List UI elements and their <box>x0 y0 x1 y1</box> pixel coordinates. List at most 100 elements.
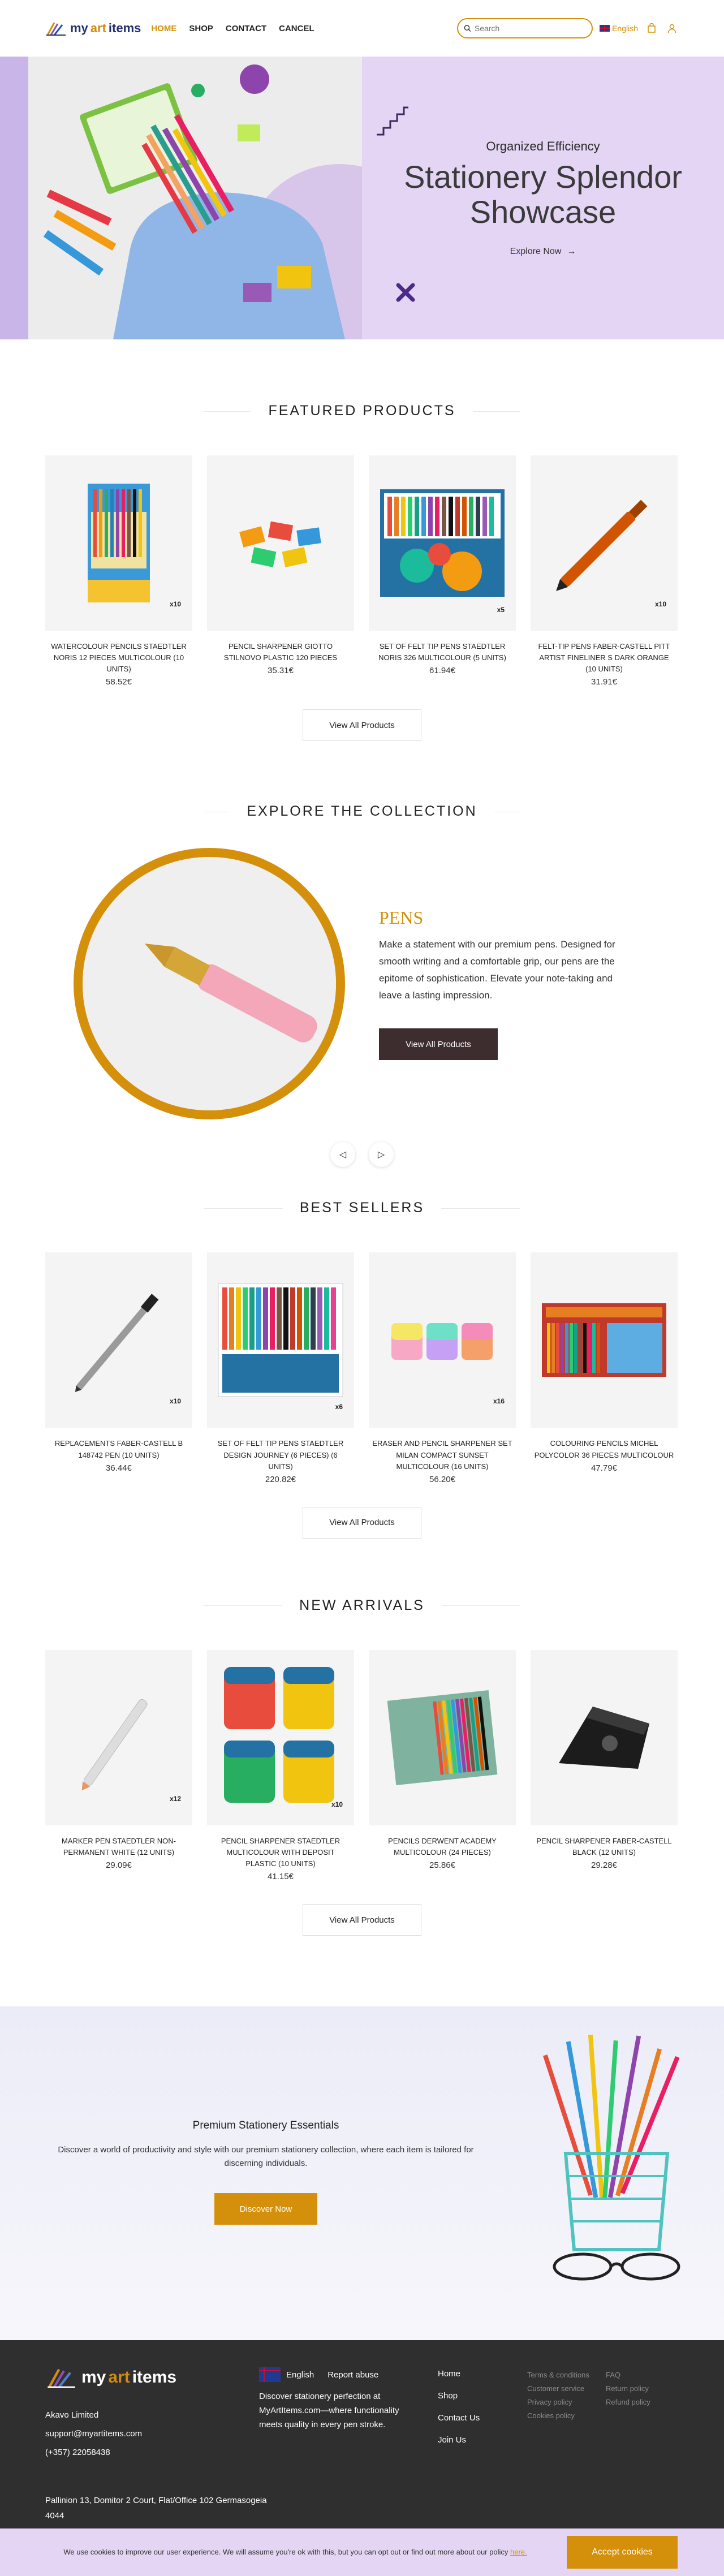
product-name[interactable]: SET OF FELT TIP PENS STAEDTLER NORIS 326… <box>369 641 516 664</box>
carousel-controls: ◁ ▷ <box>0 1142 724 1168</box>
hero-title-line1: Stationery Splendor <box>404 159 682 195</box>
footer-link-terms[interactable]: Terms & conditions <box>527 2368 589 2382</box>
footer-language[interactable]: English <box>286 2370 314 2380</box>
product-name[interactable]: SET OF FELT TIP PENS STAEDTLER DESIGN JO… <box>207 1438 354 1472</box>
bestseller-products: x10 REPLACEMENTS FABER-CASTELL B 148742 … <box>0 1252 724 1484</box>
language-selector[interactable]: English <box>600 24 638 33</box>
product-name[interactable]: COLOURING PENCILS MICHEL POLYCOLOR 36 PI… <box>531 1438 678 1461</box>
quantity-badge: x10 <box>331 1800 343 1808</box>
discover-now-button[interactable]: Discover Now <box>214 2193 317 2225</box>
pencil-cup-image <box>543 2035 680 2281</box>
view-all-pens-button[interactable]: View All Products <box>379 1028 498 1061</box>
product-card[interactable]: COLOURING PENCILS MICHEL POLYCOLOR 36 PI… <box>531 1252 678 1484</box>
product-card[interactable]: x10 REPLACEMENTS FABER-CASTELL B 148742 … <box>45 1252 192 1484</box>
nav-home[interactable]: HOME <box>151 24 176 33</box>
search-box[interactable] <box>457 18 593 38</box>
footer-lang-row: English Report abuse <box>259 2367 406 2382</box>
product-card[interactable]: x10 FELT-TIP PENS FABER-CASTELL PITT ART… <box>531 455 678 687</box>
arrivals-section: NEW ARRIVALS x12 MARKER PEN STAEDTLER NO… <box>0 1597 724 1936</box>
product-name[interactable]: REPLACEMENTS FABER-CASTELL B 148742 PEN … <box>45 1438 192 1461</box>
bestsellers-section: BEST SELLERS x10 REPLACEMENTS FABER-CAST… <box>0 1200 724 1539</box>
product-card[interactable]: PENCILS DERWENT ACADEMY MULTICOLOUR (24 … <box>369 1649 516 1881</box>
footer-link-contact[interactable]: Contact Us <box>438 2407 480 2429</box>
footer-link-return[interactable]: Return policy <box>606 2382 650 2396</box>
product-image: x10 <box>207 1649 354 1825</box>
hero-title-line2: Showcase <box>469 194 617 230</box>
logo-brushes-icon <box>46 22 66 36</box>
product-price: 56.20€ <box>429 1474 455 1484</box>
prev-slide-button[interactable]: ◁ <box>330 1142 355 1168</box>
footer-link-faq[interactable]: FAQ <box>606 2368 650 2382</box>
cookie-banner: We use cookies to improve our user exper… <box>0 2528 724 2576</box>
product-name[interactable]: WATERCOLOUR PENCILS STAEDTLER NORIS 12 P… <box>45 641 192 675</box>
product-card[interactable]: x10 PENCIL SHARPENER STAEDTLER MULTICOLO… <box>207 1649 354 1881</box>
collection-title: EXPLORE THE COLLECTION <box>0 803 724 820</box>
bestsellers-title: BEST SELLERS <box>0 1200 724 1216</box>
product-card[interactable]: x5 SET OF FELT TIP PENS STAEDTLER NORIS … <box>369 455 516 687</box>
logo-items: items <box>132 2368 177 2387</box>
product-card[interactable]: x12 MARKER PEN STAEDTLER NON-PERMANENT W… <box>45 1649 192 1881</box>
nav-shop[interactable]: SHOP <box>189 24 213 33</box>
product-name[interactable]: MARKER PEN STAEDTLER NON-PERMANENT WHITE… <box>45 1836 192 1858</box>
footer-link-cookies[interactable]: Cookies policy <box>527 2409 589 2423</box>
product-price: 29.09€ <box>106 1860 132 1871</box>
footer-link-home[interactable]: Home <box>438 2363 480 2385</box>
view-all-bestsellers-button[interactable]: View All Products <box>303 1506 421 1539</box>
product-price: 35.31€ <box>268 666 294 676</box>
accept-cookies-button[interactable]: Accept cookies <box>567 2536 678 2569</box>
deposit-sharpeners <box>224 1666 334 1803</box>
product-name[interactable]: PENCIL SHARPENER GIOTTO STILNOVO PLASTIC… <box>207 641 354 664</box>
view-all-arrivals-button[interactable]: View All Products <box>303 1904 421 1936</box>
search-input[interactable] <box>474 24 587 33</box>
arrival-products: x12 MARKER PEN STAEDTLER NON-PERMANENT W… <box>0 1649 724 1881</box>
promo-title: Premium Stationery Essentials <box>192 2120 339 2131</box>
product-name[interactable]: FELT-TIP PENS FABER-CASTELL PITT ARTIST … <box>531 641 678 675</box>
site-logo[interactable]: my art items <box>45 20 141 36</box>
support-email[interactable]: support@myartitems.com <box>45 2424 176 2443</box>
cookie-policy-link[interactable]: here. <box>510 2548 527 2556</box>
collection-feature: PENS Make a statement with our premium p… <box>0 848 724 1120</box>
footer-about: English Report abuse Discover stationery… <box>259 2367 406 2432</box>
footer-address: Pallinion 13, Domitor 2 Court, Flat/Offi… <box>45 2493 267 2523</box>
collection-heading: PENS <box>379 907 424 928</box>
next-slide-button[interactable]: ▷ <box>369 1142 394 1168</box>
product-name[interactable]: PENCIL SHARPENER STAEDTLER MULTICOLOUR W… <box>207 1836 354 1869</box>
cross-decor-icon <box>396 283 415 302</box>
shopping-bag-icon <box>648 23 656 33</box>
nav-contact[interactable]: CONTACT <box>226 24 266 33</box>
footer-link-refund[interactable]: Refund policy <box>606 2396 650 2409</box>
account-button[interactable] <box>665 21 679 35</box>
footer-contact: Akavo Limited support@myartitems.com (+3… <box>45 2406 176 2462</box>
quantity-badge: x12 <box>169 1794 181 1803</box>
header-left: my art items HOME SHOP CONTACT CANCEL <box>45 20 314 36</box>
product-card[interactable]: x10 WATERCOLOUR PENCILS STAEDTLER NORIS … <box>45 455 192 687</box>
product-image: x12 <box>45 1649 192 1825</box>
quantity-badge: x5 <box>497 606 505 614</box>
footer-link-shop[interactable]: Shop <box>438 2385 480 2407</box>
product-name[interactable]: PENCIL SHARPENER FABER-CASTELL BLACK (12… <box>531 1836 678 1858</box>
nav-cancel[interactable]: CANCEL <box>279 24 314 33</box>
footer-link-customer-service[interactable]: Customer service <box>527 2382 589 2396</box>
cart-button[interactable] <box>645 21 658 35</box>
pink-pen-illustration <box>83 857 336 1111</box>
uk-flag-icon <box>600 25 610 32</box>
product-card[interactable]: x6 SET OF FELT TIP PENS STAEDTLER DESIGN… <box>207 1252 354 1484</box>
product-card[interactable]: x16 ERASER AND PENCIL SHARPENER SET MILA… <box>369 1252 516 1484</box>
footer-tagline: Discover stationery perfection at MyArtI… <box>259 2392 399 2429</box>
footer-link-join[interactable]: Join Us <box>438 2429 480 2451</box>
collection-section: EXPLORE THE COLLECTION PENS Make a state… <box>0 803 724 1168</box>
promo-text: Premium Stationery Essentials Discover a… <box>45 2120 486 2225</box>
product-card[interactable]: PENCIL SHARPENER GIOTTO STILNOVO PLASTIC… <box>207 455 354 687</box>
product-card[interactable]: PENCIL SHARPENER FABER-CASTELL BLACK (12… <box>531 1649 678 1881</box>
footer-link-privacy[interactable]: Privacy policy <box>527 2396 589 2409</box>
phone-number[interactable]: (+357) 22058438 <box>45 2443 176 2462</box>
report-abuse-link[interactable]: Report abuse <box>327 2370 378 2380</box>
explore-now-button[interactable]: Explore Now → <box>510 247 576 257</box>
footer-logo[interactable]: my art items <box>45 2366 176 2389</box>
collection-text: PENS Make a statement with our premium p… <box>379 907 617 1061</box>
view-all-featured-button[interactable]: View All Products <box>303 709 421 742</box>
product-name[interactable]: ERASER AND PENCIL SHARPENER SET MILAN CO… <box>369 1438 516 1472</box>
white-marker <box>81 1699 148 1791</box>
product-name[interactable]: PENCILS DERWENT ACADEMY MULTICOLOUR (24 … <box>369 1836 516 1858</box>
logo-my: my <box>70 21 88 35</box>
